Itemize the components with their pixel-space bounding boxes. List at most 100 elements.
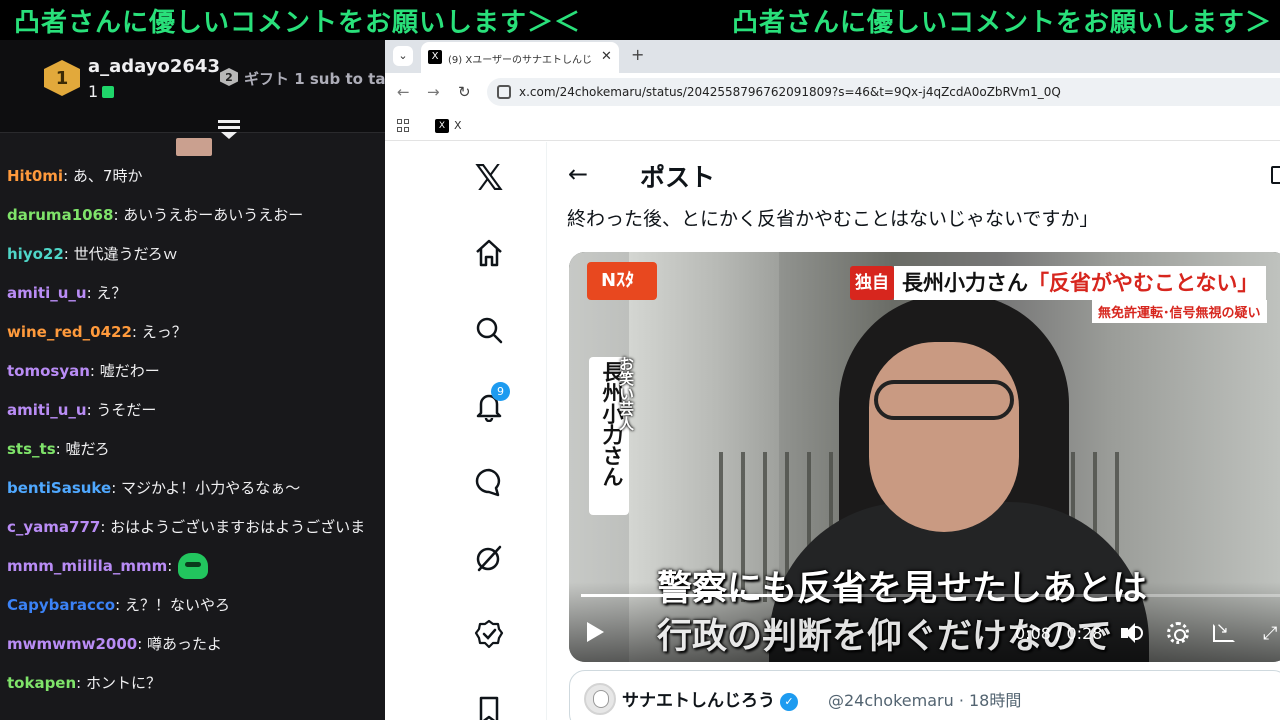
collapse-leaderboard-icon[interactable]: [218, 120, 240, 140]
chat-message: c_yama777: おはようございますおはようございま: [0, 507, 385, 546]
chat-message: amiti_u_u: うそだー: [0, 390, 385, 429]
video-progress-bar[interactable]: [581, 594, 1280, 597]
bookmarks-icon[interactable]: [473, 694, 505, 720]
pinned-thumbnail: [176, 138, 212, 156]
pip-icon[interactable]: [1213, 619, 1235, 642]
chat-message: amiti_u_u: え？: [0, 273, 385, 312]
chat-message-list: Hit0mi: あ、7時か daruma1068: あいうえおーあいうえおー hiy…: [0, 156, 385, 702]
apps-grid-icon[interactable]: [397, 119, 410, 132]
video-person-glasses: [874, 380, 1014, 420]
chat-text: : 世代違うだろｗ: [63, 245, 178, 263]
tab-x-post[interactable]: X (9) Xユーザーのサナエトしんじろうさん ✕: [421, 42, 619, 73]
search-icon[interactable]: [473, 314, 505, 346]
post-text: 終わった後、とにかく反省かやむことはないじゃないですか」: [567, 208, 1099, 230]
video-player[interactable]: Nｽﾀ 独自 長州小力さん「反省がやむことない」 無免許運転･信号無視の疑い 長…: [569, 252, 1280, 662]
premium-verified-icon[interactable]: [473, 618, 505, 650]
reply-handle-time: @24chokemaru · 18時間: [828, 691, 1022, 710]
chat-text: : うそだー: [86, 401, 157, 419]
emote-icon: [178, 552, 209, 579]
address-bar: ← → ↻ x.com/24chokemaru/status/204255879…: [385, 73, 1280, 111]
browser-forward-button[interactable]: →: [427, 83, 440, 101]
stream-banner: 凸者さんに優しいコメントをお願いします＞＜ 凸者さんに優しいコメントをお願いしま…: [0, 0, 1280, 40]
chat-username[interactable]: mmm_miilila_mmm: [7, 557, 167, 575]
chat-text: : あいうえおーあいうえおー: [113, 206, 304, 224]
top-gifter-name[interactable]: a_adayo2643: [88, 56, 220, 77]
tab-close-icon[interactable]: ✕: [601, 49, 612, 64]
bookmarks-bar: X X: [385, 111, 1280, 141]
chat-text: : ホントに？: [76, 674, 161, 692]
tab-search-dropdown-icon[interactable]: ⌄: [393, 46, 413, 66]
chat-text: : えっ？: [131, 323, 187, 341]
browser-window: ⌄ X (9) Xユーザーのサナエトしんじろうさん ✕ + ← → ↻ x.co…: [385, 40, 1280, 720]
chat-text: : あ、7時か: [63, 167, 143, 185]
home-icon[interactable]: [473, 237, 505, 269]
chat-username[interactable]: bentiSasuke: [7, 479, 111, 497]
settings-gear-icon[interactable]: [1167, 622, 1189, 644]
chat-username[interactable]: Capybaracco: [7, 596, 115, 614]
chat-username[interactable]: tokapen: [7, 674, 76, 692]
browser-back-button[interactable]: ←: [397, 83, 410, 101]
chat-username[interactable]: amiti_u_u: [7, 284, 87, 302]
new-tab-button[interactable]: +: [631, 45, 644, 64]
chat-username[interactable]: amiti_u_u: [7, 401, 87, 419]
post-back-button[interactable]: ←: [568, 160, 588, 188]
chat-message: Capybaracco: え？！ないやろ: [0, 585, 385, 624]
bookmark-x-favicon-icon[interactable]: X: [435, 119, 449, 133]
chat-message: hiyo22: 世代違うだろｗ: [0, 234, 385, 273]
grok-icon[interactable]: [473, 542, 505, 574]
channel-logo: Nｽﾀ: [587, 262, 657, 300]
messages-icon[interactable]: [473, 466, 505, 498]
headline-quote: 「反省がやむことない」: [1028, 271, 1259, 295]
news-headline: 長州小力さん「反省がやむことない」: [894, 266, 1267, 300]
chat-text: : おはようございますおはようございま: [100, 518, 366, 536]
rank-2-gift-text: ギフト 1 sub to take: [244, 70, 385, 88]
chat-message: bentiSasuke: マジかよ！小力やるなぁ〜: [0, 468, 385, 507]
news-subhead: 無免許運転･信号無視の疑い: [1092, 300, 1267, 323]
rank-2-badge-icon: 2: [220, 68, 238, 86]
url-field[interactable]: x.com/24chokemaru/status/204255879676209…: [487, 78, 1280, 106]
site-info-icon[interactable]: [497, 85, 511, 99]
chat-username[interactable]: tomosyan: [7, 362, 90, 380]
headline-name: 長州小力さん: [902, 271, 1028, 295]
notifications-icon[interactable]: 9: [473, 382, 510, 423]
gift-leaderboard: 1 a_adayo2643 1 2 ギフト 1 sub to take: [0, 40, 385, 139]
x-logo-icon[interactable]: 𝕏: [473, 161, 505, 197]
chat-username[interactable]: Hit0mi: [7, 167, 63, 185]
chat-username[interactable]: hiyo22: [7, 245, 64, 263]
chat-message: sts_ts: 嘘だろ: [0, 429, 385, 468]
chat-message: mwmwmw2000: 噂あったよ: [0, 624, 385, 663]
chat-username[interactable]: wine_red_0422: [7, 323, 132, 341]
reader-view-icon[interactable]: [1271, 166, 1280, 184]
play-icon[interactable]: [587, 622, 604, 642]
video-progress-fill: [581, 594, 784, 597]
gift-icon: [102, 86, 115, 98]
fullscreen-icon[interactable]: ⤢: [1263, 623, 1280, 645]
chat-username[interactable]: mwmwmw2000: [7, 635, 137, 653]
chat-text: : え？: [86, 284, 127, 302]
x-post-column: ← ポスト 終わった後、とにかく反省かやむことはないじゃないですか」 Nｽﾀ 独…: [547, 142, 1280, 720]
chat-text: : 嘘だろ: [55, 440, 110, 458]
role-label-box: お笑い芸人: [615, 352, 639, 462]
chat-username[interactable]: c_yama777: [7, 518, 100, 536]
avatar[interactable]: [584, 683, 616, 715]
url-text: x.com/24chokemaru/status/204255879676209…: [519, 85, 1061, 99]
chat-message: tokapen: ホントに？: [0, 663, 385, 702]
volume-icon[interactable]: [1121, 623, 1143, 643]
video-person-face: [869, 342, 1019, 532]
chat-username[interactable]: sts_ts: [7, 440, 56, 458]
chat-message: tomosyan: 嘘だわー: [0, 351, 385, 390]
chat-message: wine_red_0422: えっ？: [0, 312, 385, 351]
video-time: 0:08 / 0:28: [1015, 624, 1103, 643]
reload-button[interactable]: ↻: [458, 83, 471, 101]
quoted-reply-card[interactable]: サナエトしんじろう ✓ @24chokemaru · 18時間: [569, 670, 1280, 720]
reply-author: サナエトしんじろう ✓: [622, 686, 798, 711]
rank-1-badge-icon: 1: [44, 60, 80, 96]
exclusive-badge: 独自: [850, 266, 894, 300]
bookmark-x-label[interactable]: X: [454, 119, 462, 132]
chat-username[interactable]: daruma1068: [7, 206, 113, 224]
chat-message: mmm_miilila_mmm:: [0, 546, 385, 585]
banner-text-right: 凸者さんに優しいコメントをお願いします＞: [732, 8, 1273, 38]
role-label: お笑い芸人: [617, 356, 635, 431]
notification-count-badge: 9: [491, 382, 510, 401]
reply-author-name: サナエトしんじろう: [622, 691, 775, 711]
